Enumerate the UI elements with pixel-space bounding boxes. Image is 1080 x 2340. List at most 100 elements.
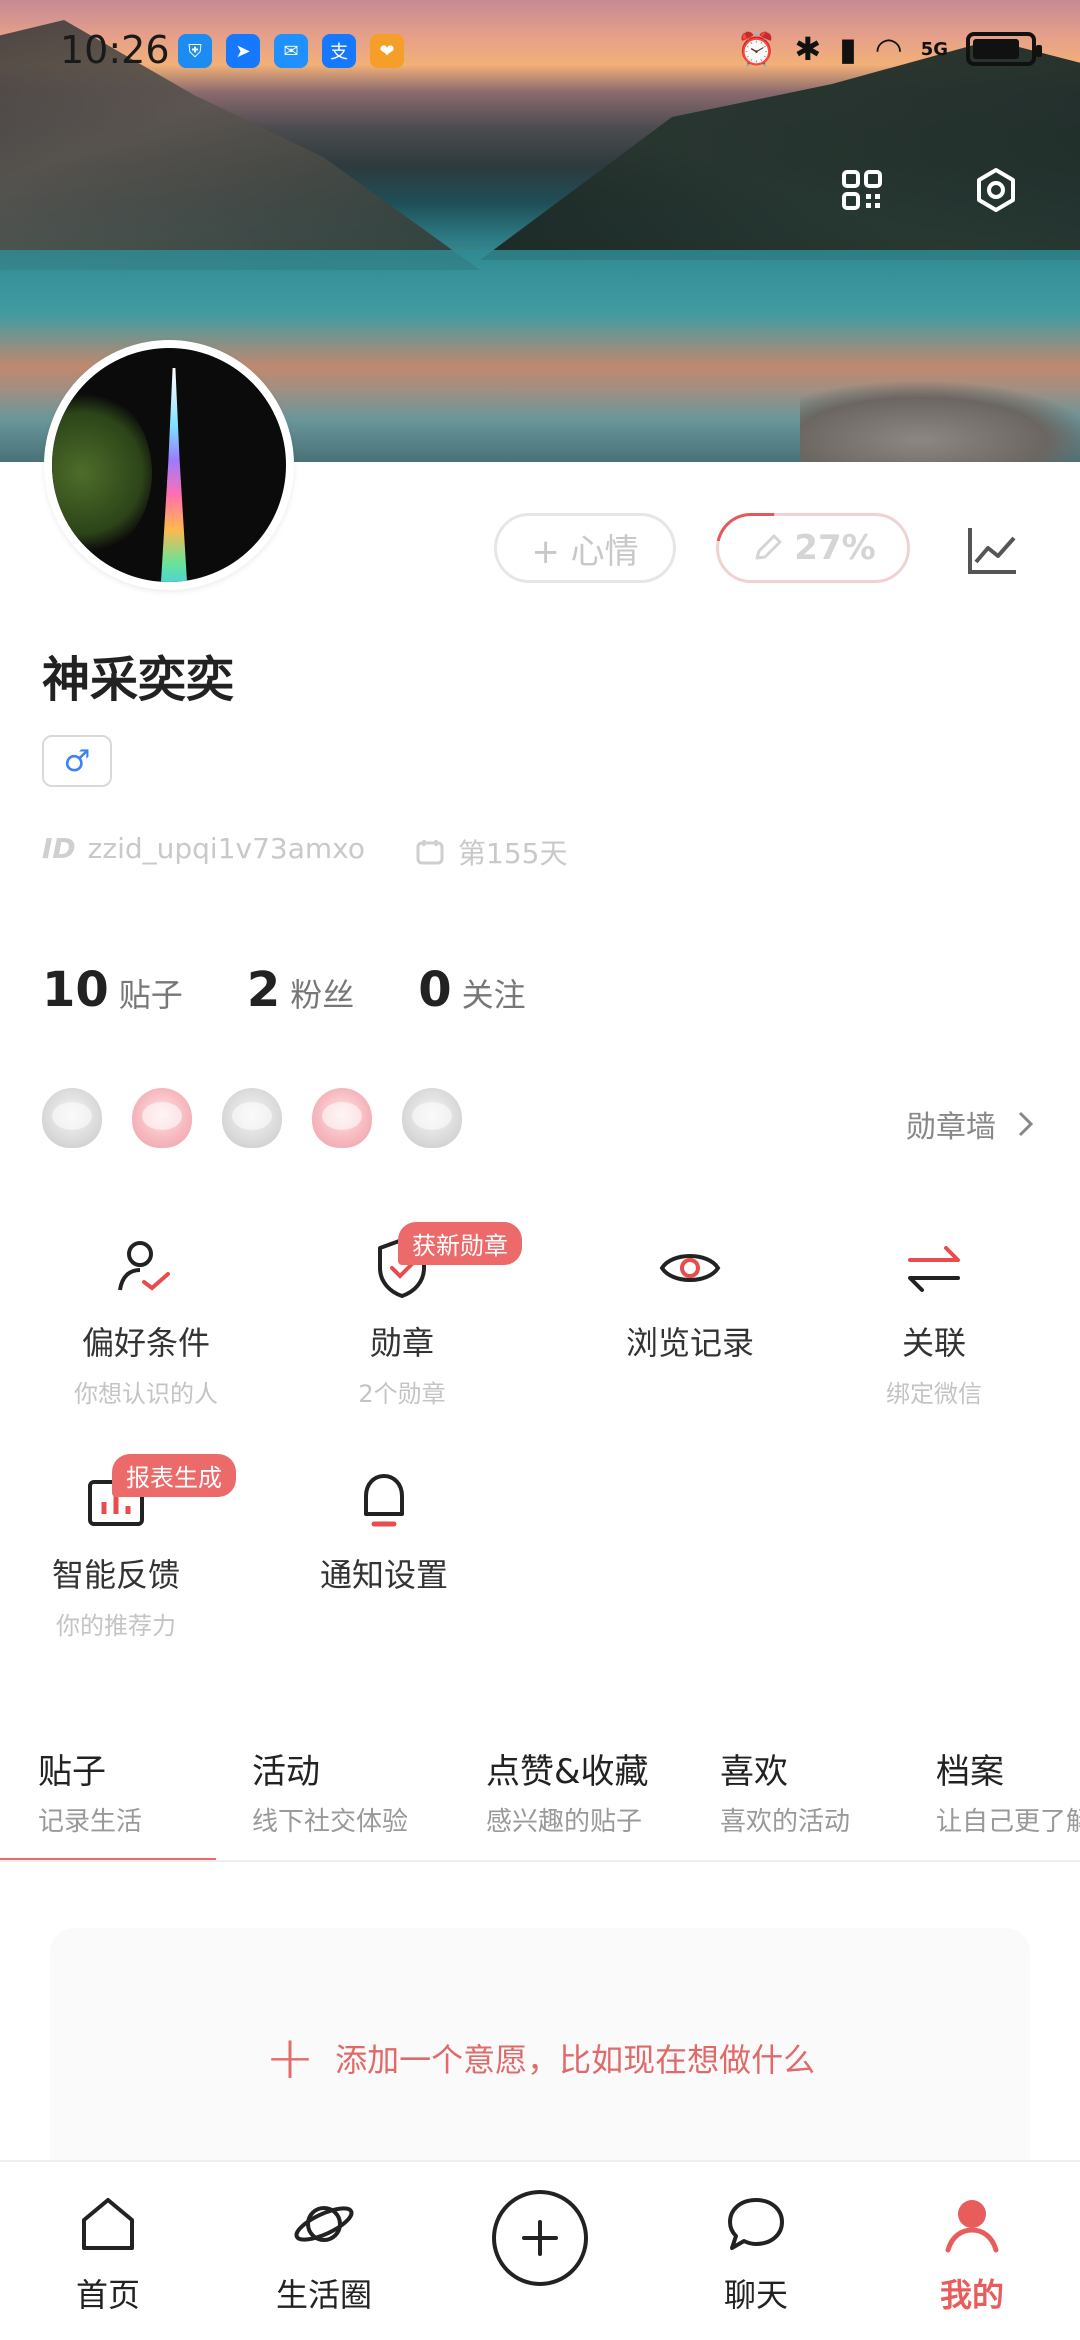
- func-title: 偏好条件: [81, 1324, 210, 1362]
- mood-button[interactable]: + 心情: [494, 513, 676, 583]
- func-subtitle: 你的推荐力: [56, 1612, 176, 1640]
- medal-icon: [42, 1088, 102, 1148]
- tab-subtitle: 感兴趣的贴子: [486, 1807, 643, 1837]
- tab-subtitle: 喜欢的活动: [720, 1807, 851, 1837]
- user-id: zzid_upqi1v73amxo: [87, 832, 365, 865]
- add-wish-text: 添加一个意愿，比如现在想做什么: [335, 2041, 816, 2079]
- active-tab-indicator: [0, 1858, 216, 1860]
- qr-code-icon: [842, 170, 882, 210]
- tab-profile-archive[interactable]: 档案 让自己更了解: [936, 1744, 1080, 1838]
- following-count-number: 0: [418, 962, 452, 1018]
- settings-button[interactable]: [966, 160, 1026, 220]
- tab-activities[interactable]: 活动 线下社交体验: [252, 1744, 408, 1838]
- planet-icon: [294, 2206, 354, 2242]
- status-right-icons: ⏰ ✱ ▮ ◠ 5G: [736, 30, 1042, 68]
- tab-title: 贴子: [38, 1752, 106, 1792]
- stats-row: 10 贴子 2 粉丝 0 关注: [42, 962, 526, 1018]
- arrow-app-icon: ➤: [226, 34, 260, 68]
- posts-count-label: 贴子: [118, 976, 183, 1014]
- medal-icon: [402, 1088, 462, 1148]
- nav-label: 生活圈: [275, 2276, 372, 2314]
- completion-percent: 27%: [794, 528, 876, 568]
- nav-chat[interactable]: 聊天: [666, 2190, 846, 2316]
- plus-circle-icon: [522, 2220, 558, 2256]
- func-title: 智能反馈: [51, 1556, 180, 1594]
- report-badge: 报表生成: [112, 1454, 236, 1497]
- bottom-navigation: 首页 生活圈 聊天 我的: [0, 2160, 1080, 2340]
- days-count: 第155天: [458, 837, 568, 870]
- func-title: 通知设置: [319, 1556, 448, 1594]
- posts-count[interactable]: 10 贴子: [42, 962, 183, 1018]
- add-wish-card[interactable]: + 添加一个意愿，比如现在想做什么: [50, 1928, 1030, 2188]
- nav-label: 我的: [939, 2276, 1004, 2314]
- tab-title: 点赞&收藏: [486, 1752, 649, 1792]
- create-post-button[interactable]: [492, 2190, 588, 2286]
- gender-badge: ♂: [42, 735, 112, 787]
- tab-title: 活动: [252, 1752, 320, 1792]
- qr-code-button[interactable]: [832, 160, 892, 220]
- alarm-icon: ⏰: [736, 30, 777, 68]
- tab-subtitle: 记录生活: [38, 1807, 143, 1837]
- heart-app-icon: ❤: [370, 34, 404, 68]
- vibrate-icon: ▮: [839, 30, 857, 68]
- swap-arrows-icon: [908, 1246, 960, 1292]
- medal-wall-link[interactable]: 勋章墙: [906, 1102, 1036, 1146]
- signal-icon: 5G: [920, 38, 948, 60]
- chevron-right-icon: [1018, 1111, 1034, 1137]
- calendar-icon: [416, 840, 444, 865]
- nav-life-circle[interactable]: 生活圈: [234, 2190, 414, 2316]
- user-profile-icon: [945, 2200, 999, 2253]
- nav-home[interactable]: 首页: [18, 2190, 198, 2316]
- fans-count-number: 2: [246, 962, 281, 1018]
- bluetooth-icon: ✱: [794, 30, 822, 68]
- avatar-tower: [160, 368, 188, 582]
- func-preference[interactable]: 偏好条件 你想认识的人: [36, 1232, 256, 1409]
- func-title: 浏览记录: [625, 1324, 754, 1362]
- func-subtitle: 你想认识的人: [74, 1380, 218, 1408]
- tab-subtitle: 线下社交体验: [252, 1807, 409, 1837]
- id-icon: ID: [42, 832, 76, 865]
- bell-icon: [364, 1474, 404, 1527]
- wifi-icon: ◠: [874, 30, 903, 68]
- func-subtitle: 绑定微信: [886, 1380, 982, 1408]
- medal-icon: [222, 1088, 282, 1148]
- func-notifications[interactable]: 通知设置: [274, 1464, 494, 1606]
- tab-subtitle: 让自己更了解: [936, 1807, 1080, 1837]
- posts-count-number: 10: [42, 962, 109, 1018]
- status-app-icons: ⛨ ➤ ✉ 支 ❤: [178, 34, 404, 68]
- hexagon-settings-icon: [977, 168, 1015, 212]
- battery-icon: [966, 32, 1042, 66]
- tab-title: 档案: [936, 1752, 1004, 1792]
- nav-mine[interactable]: 我的: [882, 2190, 1062, 2316]
- home-icon: [82, 2198, 134, 2250]
- user-id-row: ID zzid_upqi1v73amxo: [42, 832, 365, 865]
- avatar[interactable]: [44, 340, 294, 590]
- nav-label: 聊天: [723, 2276, 788, 2314]
- medal-wall-label: 勋章墙: [906, 1110, 996, 1145]
- alipay-app-icon: 支: [322, 34, 356, 68]
- chat-bubble-icon: [728, 2198, 784, 2250]
- func-history[interactable]: 浏览记录: [580, 1232, 800, 1374]
- fans-count[interactable]: 2 粉丝: [247, 962, 354, 1018]
- shield-app-icon: ⛨: [178, 34, 212, 68]
- eye-icon: [659, 1254, 721, 1282]
- medal-icon: [312, 1088, 372, 1148]
- plus-icon: +: [264, 2023, 316, 2093]
- func-subtitle: 2个勋章: [358, 1380, 446, 1408]
- following-count-label: 关注: [461, 976, 526, 1014]
- fans-count-label: 粉丝: [290, 976, 355, 1014]
- medal-list[interactable]: [42, 1088, 462, 1148]
- message-app-icon: ✉: [274, 34, 308, 68]
- func-title: 关联: [901, 1324, 966, 1362]
- tab-posts[interactable]: 贴子 记录生活: [38, 1744, 142, 1838]
- following-count[interactable]: 0 关注: [418, 962, 525, 1018]
- tab-liked-activities[interactable]: 喜欢 喜欢的活动: [720, 1744, 850, 1838]
- profile-completion-button[interactable]: 27%: [716, 513, 910, 583]
- avatar-tree: [52, 388, 152, 558]
- status-time: 10:26: [60, 28, 170, 72]
- trend-chart-icon[interactable]: [962, 520, 1022, 580]
- func-title: 勋章: [369, 1324, 434, 1362]
- func-link[interactable]: 关联 绑定微信: [824, 1232, 1044, 1409]
- days-row: 第155天: [414, 832, 567, 872]
- tab-likes-favorites[interactable]: 点赞&收藏 感兴趣的贴子: [486, 1744, 649, 1838]
